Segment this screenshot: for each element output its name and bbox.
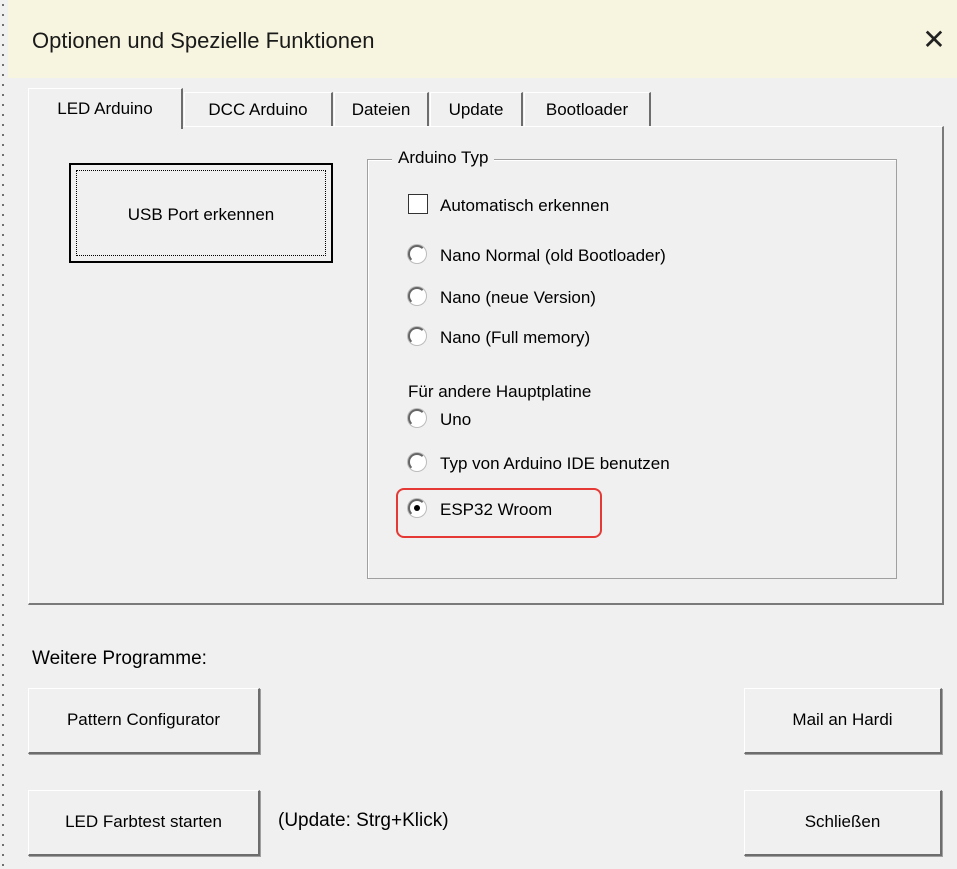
tab-bootloader[interactable]: Bootloader (524, 92, 651, 127)
options-dialog: Optionen und Spezielle Funktionen ✕ LED … (8, 0, 957, 869)
usb-port-button-label: USB Port erkennen (127, 205, 275, 224)
radio-nano-full[interactable]: Nano (Full memory) (408, 326, 590, 350)
close-icon[interactable]: ✕ (916, 22, 952, 58)
schliessen-button[interactable]: Schließen (744, 790, 942, 856)
radio-nano-neue[interactable]: Nano (neue Version) (408, 286, 596, 310)
usb-port-button[interactable]: USB Port erkennen (69, 163, 333, 263)
radio-label: Nano Normal (old Bootloader) (440, 246, 666, 265)
radio-esp32-wroom[interactable]: ESP32 Wroom (408, 498, 552, 522)
radio-icon (408, 327, 426, 345)
window-title: Optionen und Spezielle Funktionen (32, 28, 375, 53)
tab-update[interactable]: Update (430, 92, 523, 127)
radio-icon (408, 409, 426, 427)
radio-icon (408, 453, 426, 471)
radio-label: ESP32 Wroom (440, 500, 553, 519)
checkbox-icon (408, 194, 428, 214)
other-board-label: Für andere Hauptplatine (408, 382, 592, 401)
tab-dcc-arduino[interactable]: DCC Arduino (184, 92, 333, 127)
tab-dateien[interactable]: Dateien (334, 92, 429, 127)
radio-label: Nano (Full memory) (440, 328, 591, 347)
more-programs-label: Weitere Programme: (32, 648, 207, 669)
radio-uno[interactable]: Uno (408, 408, 471, 432)
radio-icon (408, 287, 426, 305)
tab-led-arduino[interactable]: LED Arduino (28, 88, 183, 129)
update-hint: (Update: Strg+Klick) (278, 810, 449, 831)
pattern-configurator-button[interactable]: Pattern Configurator (28, 688, 260, 754)
auto-detect-label: Automatisch erkennen (440, 196, 610, 215)
group-title: Arduino Typ (392, 148, 495, 168)
radio-label: Uno (440, 410, 472, 429)
auto-detect-checkbox[interactable]: Automatisch erkennen (408, 194, 609, 218)
mail-an-hardi-button[interactable]: Mail an Hardi (744, 688, 942, 754)
radio-label: Nano (neue Version) (440, 288, 596, 307)
radio-label: Typ von Arduino IDE benutzen (440, 454, 670, 473)
title-bar: Optionen und Spezielle Funktionen ✕ (8, 0, 957, 78)
led-farbtest-button[interactable]: LED Farbtest starten (28, 790, 260, 856)
radio-selected-icon (408, 499, 426, 517)
radio-arduino-ide[interactable]: Typ von Arduino IDE benutzen (408, 452, 670, 476)
radio-nano-normal[interactable]: Nano Normal (old Bootloader) (408, 244, 666, 268)
radio-icon (408, 245, 426, 263)
dotted-edge (0, 0, 6, 869)
arduino-type-group: Arduino Typ Automatisch erkennen Nano No… (367, 148, 897, 579)
tab-panel-led-arduino: USB Port erkennen Arduino Typ Automatisc… (28, 126, 944, 605)
